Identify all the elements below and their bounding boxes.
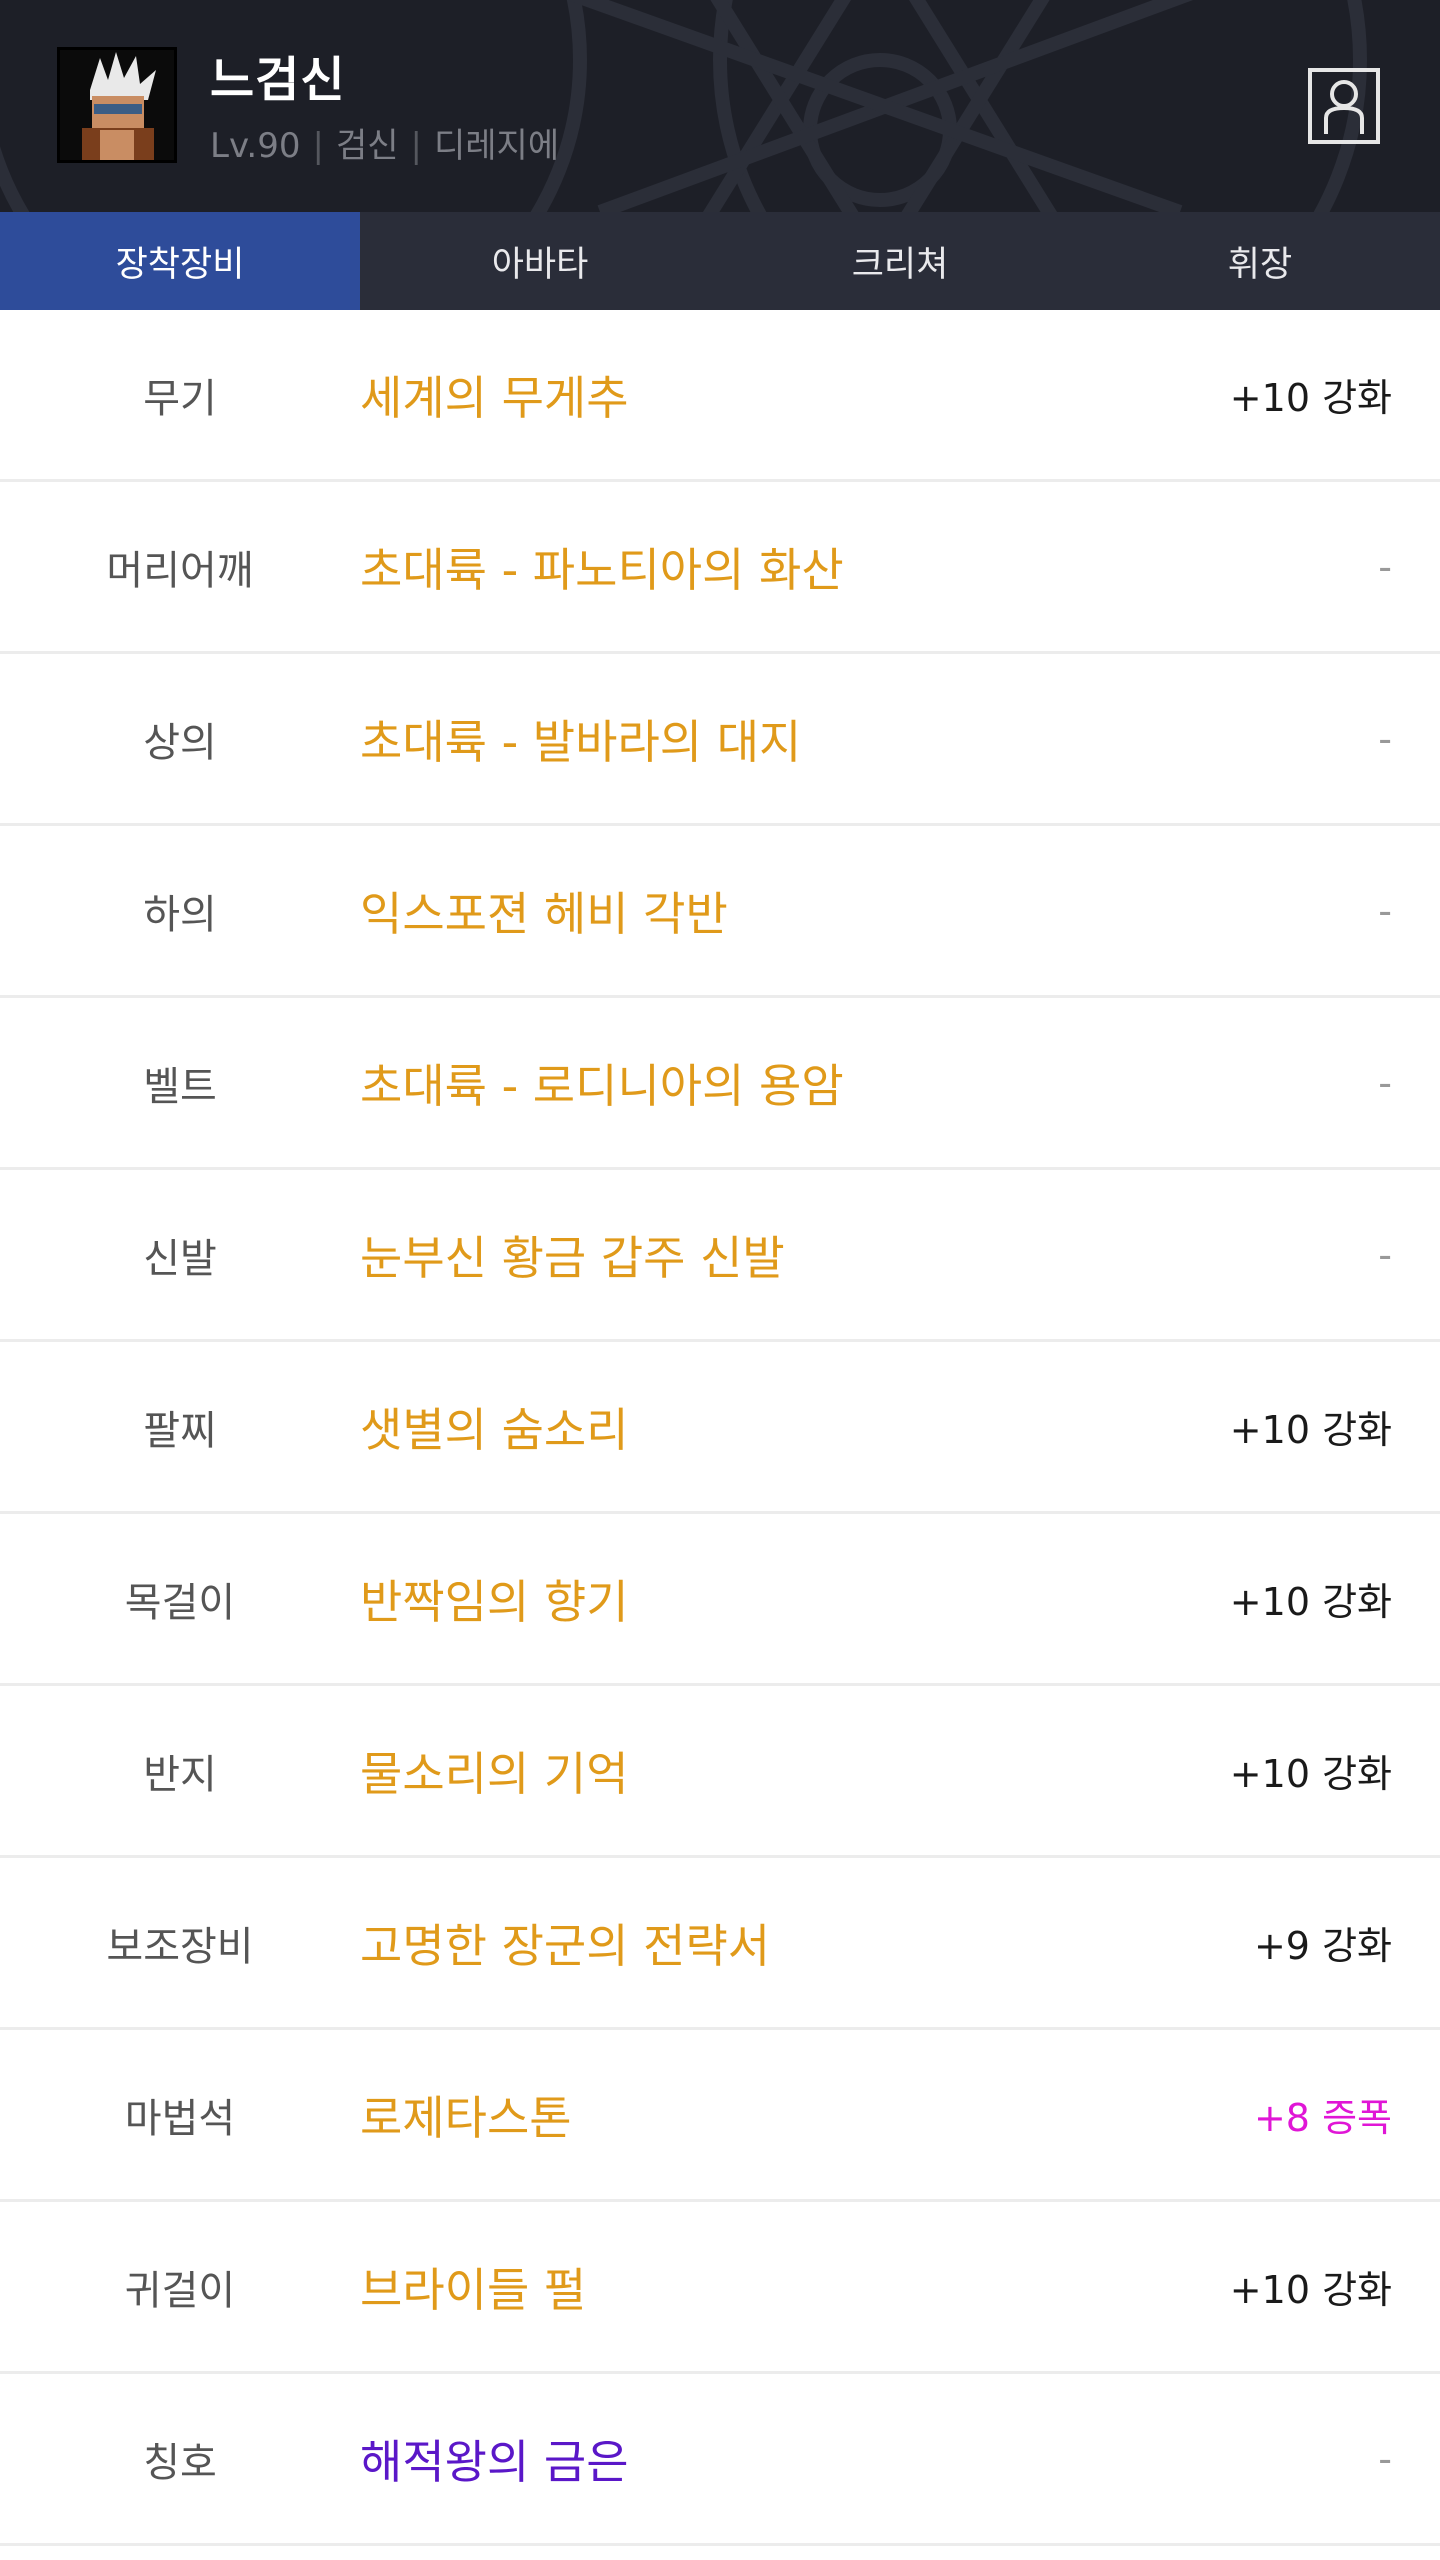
enhance-level: - <box>1378 888 1392 933</box>
slot-label: 벨트 <box>143 1063 217 1110</box>
amplify-level: +8 증폭 <box>1253 2096 1392 2140</box>
equipment-row-bracelet[interactable]: 팔찌 샛별의 숨소리 +10 강화 <box>0 1342 1440 1514</box>
item-name[interactable]: 로제타스톤 <box>360 2082 1140 2148</box>
enhance-level: +10 강화 <box>1229 1752 1392 1796</box>
item-name[interactable]: 브라이들 펄 <box>360 2254 1140 2320</box>
enhance-level: +10 강화 <box>1229 2268 1392 2312</box>
slot-label: 머리어깨 <box>106 547 254 594</box>
item-name[interactable]: 익스포젼 헤비 각반 <box>360 878 1140 944</box>
equipment-row-shoulder[interactable]: 머리어깨 초대륙 - 파노티아의 화산 - <box>0 482 1440 654</box>
separator: | <box>312 126 324 166</box>
equipment-row-top[interactable]: 상의 초대륙 - 발바라의 대지 - <box>0 654 1440 826</box>
enhance-level: - <box>1378 1232 1392 1277</box>
item-name[interactable]: 세계의 무게추 <box>360 362 1140 428</box>
slot-label: 칭호 <box>143 2439 217 2486</box>
slot-label: 마법석 <box>124 2095 236 2142</box>
tab-bar: 장착장비 아바타 크리쳐 휘장 <box>0 212 1440 310</box>
enhance-level: +9 강화 <box>1253 1924 1392 1968</box>
slot-label: 상의 <box>143 719 217 766</box>
character-header: 느검신 Lv.90 | 검신 | 디레지에 <box>0 0 1440 212</box>
separator: | <box>410 126 422 166</box>
item-name[interactable]: 해적왕의 금은 <box>360 2426 1140 2492</box>
tab-emblem[interactable]: 휘장 <box>1080 212 1440 310</box>
item-name[interactable]: 초대륙 - 로디니아의 용암 <box>360 1050 1140 1116</box>
slot-label: 팔찌 <box>143 1407 217 1454</box>
tab-equipment[interactable]: 장착장비 <box>0 212 360 310</box>
equipment-row-bottom[interactable]: 하의 익스포젼 헤비 각반 - <box>0 826 1440 998</box>
enhance-level: - <box>1378 2436 1392 2481</box>
equipment-row-weapon[interactable]: 무기 세계의 무게추 +10 강화 <box>0 310 1440 482</box>
tab-creature[interactable]: 크리쳐 <box>720 212 1080 310</box>
item-name[interactable]: 고명한 장군의 전략서 <box>360 1910 1140 1976</box>
character-name: 느검신 <box>210 52 346 108</box>
person-icon <box>1324 80 1364 134</box>
equipment-row-support[interactable]: 보조장비 고명한 장군의 전략서 +9 강화 <box>0 1858 1440 2030</box>
item-name[interactable]: 눈부신 황금 갑주 신발 <box>360 1222 1140 1288</box>
character-level: Lv.90 <box>210 126 301 166</box>
slot-label: 보조장비 <box>106 1923 254 1970</box>
profile-button[interactable] <box>1308 68 1380 144</box>
slot-label: 반지 <box>143 1751 217 1798</box>
enhance-level: - <box>1378 544 1392 589</box>
item-name[interactable]: 초대륙 - 발바라의 대지 <box>360 706 1140 772</box>
item-name[interactable]: 반짝임의 향기 <box>360 1566 1140 1632</box>
slot-label: 신발 <box>143 1235 217 1282</box>
enhance-level: - <box>1378 716 1392 761</box>
slot-label: 귀걸이 <box>124 2267 236 2314</box>
tab-avatar[interactable]: 아바타 <box>360 212 720 310</box>
equipment-row-earring[interactable]: 귀걸이 브라이들 펄 +10 강화 <box>0 2202 1440 2374</box>
equipment-row-belt[interactable]: 벨트 초대륙 - 로디니아의 용암 - <box>0 998 1440 1170</box>
character-avatar[interactable] <box>57 47 177 163</box>
equipment-row-shoes[interactable]: 신발 눈부신 황금 갑주 신발 - <box>0 1170 1440 1342</box>
equipment-list: 무기 세계의 무게추 +10 강화 머리어깨 초대륙 - 파노티아의 화산 - … <box>0 310 1440 2546</box>
equipment-row-magic-stone[interactable]: 마법석 로제타스톤 +8 증폭 <box>0 2030 1440 2202</box>
item-name[interactable]: 초대륙 - 파노티아의 화산 <box>360 534 1140 600</box>
character-portrait-icon <box>60 50 174 160</box>
slot-label: 목걸이 <box>124 1579 236 1626</box>
slot-label: 하의 <box>143 891 217 938</box>
character-info: Lv.90 | 검신 | 디레지에 <box>210 118 559 167</box>
enhance-level: +10 강화 <box>1229 1408 1392 1452</box>
character-job: 검신 <box>335 126 399 166</box>
item-name[interactable]: 물소리의 기억 <box>360 1738 1140 1804</box>
enhance-level: +10 강화 <box>1229 1580 1392 1624</box>
slot-label: 무기 <box>143 375 217 422</box>
equipment-row-title[interactable]: 칭호 해적왕의 금은 - <box>0 2374 1440 2546</box>
enhance-level: - <box>1378 1060 1392 1105</box>
item-name[interactable]: 샛별의 숨소리 <box>360 1394 1140 1460</box>
equipment-row-ring[interactable]: 반지 물소리의 기억 +10 강화 <box>0 1686 1440 1858</box>
character-server: 디레지에 <box>434 126 560 166</box>
equipment-row-necklace[interactable]: 목걸이 반짝임의 향기 +10 강화 <box>0 1514 1440 1686</box>
enhance-level: +10 강화 <box>1229 376 1392 420</box>
